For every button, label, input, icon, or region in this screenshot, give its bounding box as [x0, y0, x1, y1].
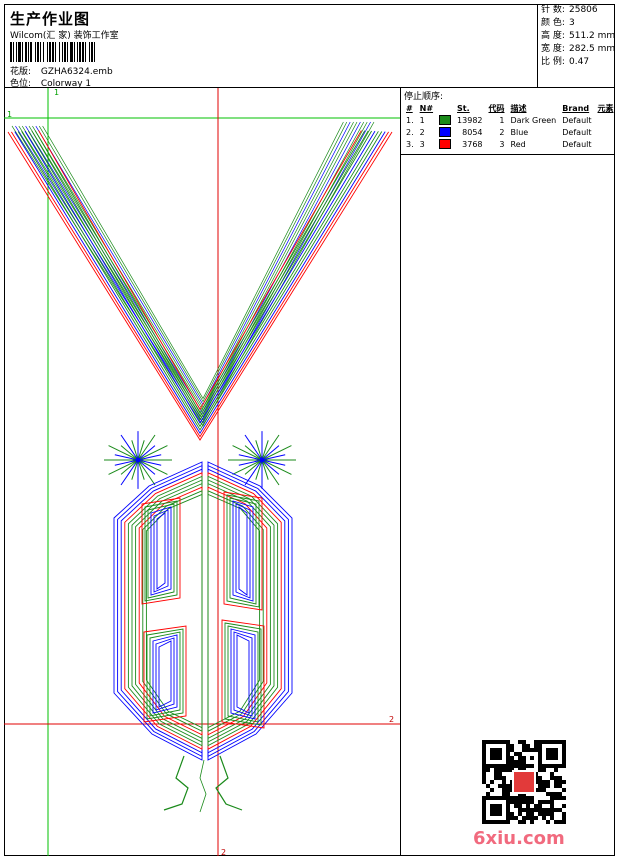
needle-number: 3 — [419, 139, 425, 149]
barcode — [10, 42, 95, 62]
stat-value: 3 — [569, 18, 575, 28]
stat-label: 针 数: — [541, 5, 565, 15]
brand: Default — [562, 115, 592, 125]
code: 3 — [499, 139, 505, 149]
stat-label: 宽 度: — [541, 44, 565, 54]
col-header: 代码 — [488, 104, 505, 113]
col-header: Brand — [562, 104, 590, 113]
stat-stitches: 针 数: 25806 — [538, 4, 615, 17]
brand: Default — [562, 127, 592, 137]
table-row[interactable]: 3. 3 3768 3 Red Default — [403, 138, 617, 150]
stitch-count: 13982 — [457, 115, 483, 125]
element — [595, 114, 617, 126]
col-header — [436, 103, 454, 114]
stat-label: 高 度: — [541, 31, 565, 41]
table-header-row: # N# St. 代码 描述 Brand 元素 — [403, 103, 617, 114]
row-number: 2. — [406, 127, 414, 137]
brand: Default — [562, 139, 592, 149]
stat-colors: 颜 色: 3 — [538, 17, 615, 30]
marker-v2: 2 — [221, 848, 226, 856]
stop-sequence-title: 停止顺序: — [404, 92, 444, 102]
company-name: Wilcom(汇 家) 装饰工作室 — [10, 31, 119, 41]
stitch-count: 3768 — [462, 139, 483, 149]
color-swatch-box — [439, 139, 452, 149]
marker-v1: 1 — [54, 88, 59, 97]
row-number: 3. — [406, 139, 414, 149]
col-header: 元素 — [597, 104, 614, 113]
stat-value: 0.47 — [569, 57, 590, 67]
color-swatch-box — [439, 115, 452, 125]
code: 2 — [499, 127, 505, 137]
col-header: # — [406, 104, 413, 113]
stat-label: 比 例: — [541, 57, 565, 67]
panel-divider — [401, 154, 614, 155]
table-row[interactable]: 2. 2 8054 2 Blue Default — [403, 126, 617, 138]
table-row[interactable]: 1. 1 13982 1 Dark Green Default — [403, 114, 617, 126]
stat-height: 高 度: 511.2 mm — [538, 30, 615, 43]
element — [595, 138, 617, 150]
description: Blue — [510, 127, 529, 137]
color-swatch — [436, 114, 454, 126]
color-swatch — [436, 138, 454, 150]
header: 生产作业图 Wilcom(汇 家) 装饰工作室 花版: GZHA6324.emb… — [4, 4, 615, 89]
watermark: 6xiu.com — [473, 828, 565, 849]
col-header: St. — [457, 104, 470, 113]
stitch-count: 8054 — [462, 127, 483, 137]
row-number: 1. — [406, 115, 414, 125]
needle-number: 1 — [419, 115, 425, 125]
col-header: 描述 — [510, 104, 527, 113]
qr-code[interactable] — [482, 740, 566, 824]
stat-value: 511.2 mm — [569, 31, 616, 41]
col-header: N# — [419, 104, 434, 113]
color-swatch — [436, 126, 454, 138]
color-swatch-box — [439, 127, 452, 137]
description: Red — [510, 139, 526, 149]
stat-width: 宽 度: 282.5 mm — [538, 43, 615, 56]
stat-value: 282.5 mm — [569, 44, 616, 54]
needle-number: 2 — [419, 127, 425, 137]
element — [595, 126, 617, 138]
marker-h1: 1 — [7, 110, 12, 119]
stat-scale: 比 例: 0.47 — [538, 56, 615, 69]
page-title: 生产作业图 — [10, 10, 91, 28]
code: 1 — [499, 115, 505, 125]
embroidery-canvas: 1 1 2 2 — [4, 88, 400, 856]
stat-label: 颜 色: — [541, 18, 565, 28]
stats-box: 针 数: 25806 颜 色: 3 高 度: 511.2 mm 宽 度: 282.5 m… — [537, 4, 615, 88]
description: Dark Green — [510, 115, 557, 125]
stop-sequence-table: # N# St. 代码 描述 Brand 元素 1. 1 13982 1 Dark Gr… — [403, 103, 617, 150]
stat-value: 25806 — [569, 5, 598, 15]
embroidery-design — [7, 121, 393, 813]
marker-h2: 2 — [389, 715, 394, 724]
